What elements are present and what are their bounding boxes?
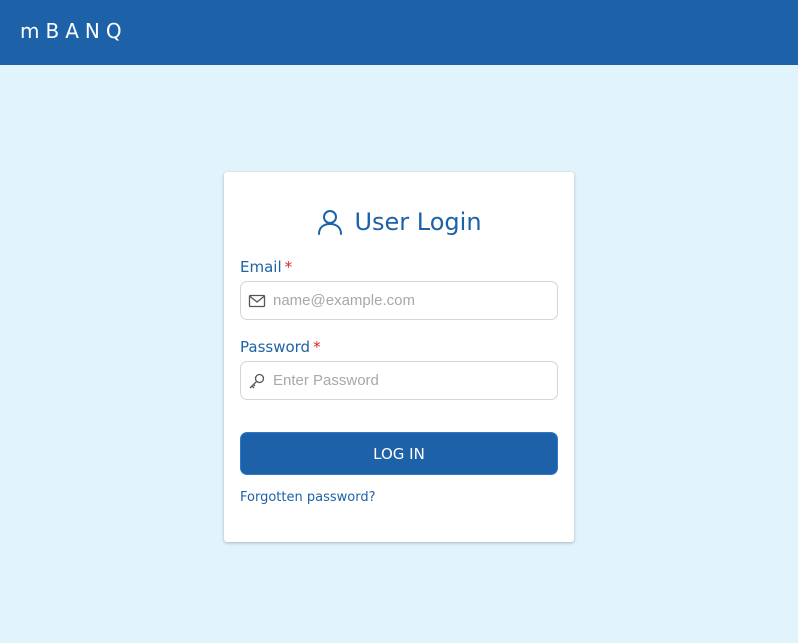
user-icon xyxy=(318,210,343,235)
password-input[interactable] xyxy=(273,362,553,399)
email-required-mark: * xyxy=(284,258,293,276)
password-label-text: Password xyxy=(240,338,311,356)
password-field[interactable] xyxy=(240,361,558,400)
login-button[interactable]: LOG IN xyxy=(240,432,558,475)
top-navbar: mBANQ xyxy=(0,0,798,65)
envelope-icon xyxy=(248,294,266,308)
key-icon xyxy=(249,373,265,389)
email-field[interactable] xyxy=(240,281,558,320)
password-label: Password * xyxy=(240,338,321,356)
login-card: User Login Email* Password* LOG IN Forgo… xyxy=(224,172,574,542)
password-required-mark: * xyxy=(313,338,321,356)
forgot-password-link[interactable]: Forgotten password? xyxy=(240,490,375,505)
brand-logo[interactable]: mBANQ xyxy=(20,19,128,43)
email-input[interactable] xyxy=(273,282,553,319)
login-title-text: User Login xyxy=(354,208,482,236)
email-label-text: Email xyxy=(240,258,282,276)
login-title: User Login xyxy=(224,204,574,240)
email-label: Email * xyxy=(240,258,292,276)
